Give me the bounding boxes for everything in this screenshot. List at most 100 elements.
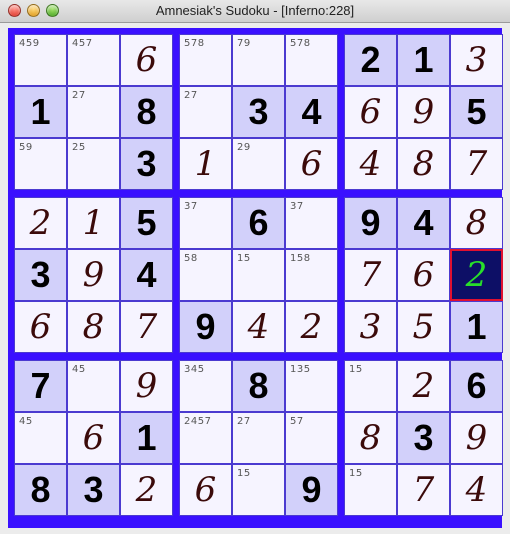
- cell-r5c5[interactable]: 15: [232, 249, 285, 301]
- cell-r4c1[interactable]: 2: [14, 197, 67, 249]
- cell-r8c4[interactable]: 2457: [179, 412, 232, 464]
- cell-r2c4[interactable]: 27: [179, 86, 232, 138]
- cell-r1c3[interactable]: 6: [120, 34, 173, 86]
- cell-r8c5[interactable]: 27: [232, 412, 285, 464]
- cell-value: 9: [360, 202, 381, 243]
- cell-r5c3[interactable]: 4: [120, 249, 173, 301]
- cell-r1c7[interactable]: 2: [344, 34, 397, 86]
- cell-r2c6[interactable]: 4: [285, 86, 338, 138]
- cell-r6c4[interactable]: 9: [179, 301, 232, 353]
- cell-r8c6[interactable]: 57: [285, 412, 338, 464]
- cell-r3c8[interactable]: 8: [397, 138, 450, 190]
- cell-r3c6[interactable]: 6: [285, 138, 338, 190]
- cell-value: 6: [359, 92, 382, 132]
- cell-r2c1[interactable]: 1: [14, 86, 67, 138]
- cell-r9c8[interactable]: 7: [397, 464, 450, 516]
- cell-r1c6[interactable]: 578: [285, 34, 338, 86]
- cell-value: 2: [360, 39, 381, 80]
- cell-r5c1[interactable]: 3: [14, 249, 67, 301]
- window-title: Amnesiak's Sudoku - [Inferno:228]: [155, 3, 355, 18]
- cell-r4c9[interactable]: 8: [450, 197, 503, 249]
- cell-value: 1: [82, 203, 105, 243]
- cell-r2c8[interactable]: 9: [397, 86, 450, 138]
- cell-r5c4[interactable]: 58: [179, 249, 232, 301]
- cell-r3c7[interactable]: 4: [344, 138, 397, 190]
- cell-candidates: 27: [72, 90, 86, 101]
- cell-value: 1: [194, 144, 217, 184]
- cell-r5c9[interactable]: 2: [450, 249, 503, 301]
- cell-r6c9[interactable]: 1: [450, 301, 503, 353]
- cell-r7c4[interactable]: 345: [179, 360, 232, 412]
- cell-r9c3[interactable]: 2: [120, 464, 173, 516]
- cell-r7c6[interactable]: 135: [285, 360, 338, 412]
- cell-r7c5[interactable]: 8: [232, 360, 285, 412]
- cell-r6c2[interactable]: 8: [67, 301, 120, 353]
- cell-r8c1[interactable]: 45: [14, 412, 67, 464]
- cell-candidates: 25: [72, 142, 86, 153]
- cell-value: 8: [359, 418, 382, 458]
- cell-r9c7[interactable]: 15: [344, 464, 397, 516]
- cell-r2c7[interactable]: 6: [344, 86, 397, 138]
- cell-r2c2[interactable]: 27: [67, 86, 120, 138]
- cell-r3c2[interactable]: 25: [67, 138, 120, 190]
- cell-value: 1: [413, 39, 434, 80]
- cell-r3c3[interactable]: 3: [120, 138, 173, 190]
- cell-r1c2[interactable]: 457: [67, 34, 120, 86]
- cell-r3c9[interactable]: 7: [450, 138, 503, 190]
- cell-r9c1[interactable]: 8: [14, 464, 67, 516]
- cell-candidates: 457: [72, 38, 93, 49]
- cell-r3c4[interactable]: 1: [179, 138, 232, 190]
- cell-r9c9[interactable]: 4: [450, 464, 503, 516]
- cell-r8c2[interactable]: 6: [67, 412, 120, 464]
- cell-r3c1[interactable]: 59: [14, 138, 67, 190]
- cell-candidates: 578: [290, 38, 311, 49]
- cell-r7c9[interactable]: 6: [450, 360, 503, 412]
- cell-value: 8: [465, 203, 488, 243]
- cell-r1c4[interactable]: 578: [179, 34, 232, 86]
- cell-r3c5[interactable]: 29: [232, 138, 285, 190]
- cell-r4c6[interactable]: 37: [285, 197, 338, 249]
- cell-r9c2[interactable]: 3: [67, 464, 120, 516]
- cell-r8c3[interactable]: 1: [120, 412, 173, 464]
- cell-value: 8: [248, 365, 269, 406]
- cell-r5c6[interactable]: 158: [285, 249, 338, 301]
- cell-r8c8[interactable]: 3: [397, 412, 450, 464]
- cell-value: 2: [135, 470, 158, 510]
- cell-r1c9[interactable]: 3: [450, 34, 503, 86]
- cell-r9c6[interactable]: 9: [285, 464, 338, 516]
- cell-r4c7[interactable]: 9: [344, 197, 397, 249]
- cell-r1c5[interactable]: 79: [232, 34, 285, 86]
- cell-r6c1[interactable]: 6: [14, 301, 67, 353]
- cell-r7c2[interactable]: 45: [67, 360, 120, 412]
- cell-r7c1[interactable]: 7: [14, 360, 67, 412]
- cell-r2c3[interactable]: 8: [120, 86, 173, 138]
- cell-r6c8[interactable]: 5: [397, 301, 450, 353]
- cell-r5c2[interactable]: 9: [67, 249, 120, 301]
- cell-value: 6: [466, 365, 487, 406]
- cell-r9c5[interactable]: 15: [232, 464, 285, 516]
- cell-r5c8[interactable]: 6: [397, 249, 450, 301]
- cell-r4c5[interactable]: 6: [232, 197, 285, 249]
- cell-r7c3[interactable]: 9: [120, 360, 173, 412]
- cell-r1c1[interactable]: 459: [14, 34, 67, 86]
- cell-r7c8[interactable]: 2: [397, 360, 450, 412]
- cell-r4c2[interactable]: 1: [67, 197, 120, 249]
- cell-value: 4: [465, 470, 488, 510]
- cell-r9c4[interactable]: 6: [179, 464, 232, 516]
- cell-r6c5[interactable]: 4: [232, 301, 285, 353]
- cell-r7c7[interactable]: 15: [344, 360, 397, 412]
- cell-r5c7[interactable]: 7: [344, 249, 397, 301]
- cell-r8c9[interactable]: 9: [450, 412, 503, 464]
- cell-r6c3[interactable]: 7: [120, 301, 173, 353]
- cell-r4c8[interactable]: 4: [397, 197, 450, 249]
- cell-r6c6[interactable]: 2: [285, 301, 338, 353]
- cell-r2c9[interactable]: 5: [450, 86, 503, 138]
- cell-candidates: 578: [184, 38, 205, 49]
- cell-r6c7[interactable]: 3: [344, 301, 397, 353]
- cell-r8c7[interactable]: 8: [344, 412, 397, 464]
- cell-r1c8[interactable]: 1: [397, 34, 450, 86]
- cell-r4c3[interactable]: 5: [120, 197, 173, 249]
- cell-value: 9: [301, 469, 322, 510]
- cell-r4c4[interactable]: 37: [179, 197, 232, 249]
- cell-r2c5[interactable]: 3: [232, 86, 285, 138]
